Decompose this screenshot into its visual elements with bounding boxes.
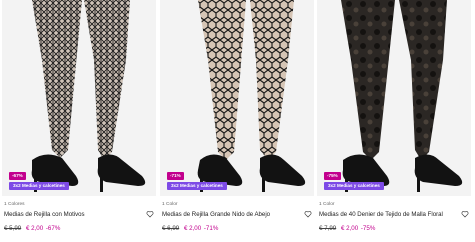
old-price: € 6,99 <box>162 225 180 232</box>
sale-price: € 2,00 <box>25 225 44 232</box>
product-name[interactable]: Medias de 40 Denier de Tejido de Malla F… <box>319 211 454 218</box>
sale-price: € 2,00 <box>340 225 359 232</box>
product-card[interactable]: -75% 3x2 Medias y calcetines 1 Color Med… <box>317 0 471 242</box>
discount-percent: -71% <box>203 225 219 232</box>
old-price: € 7,99 <box>319 225 337 232</box>
product-card[interactable]: -67% 3x2 Medias y calcetines 1 Colores M… <box>2 0 156 242</box>
product-card[interactable]: -71% 3x2 Medias y calcetines 1 Color Med… <box>160 0 314 242</box>
discount-badge: -75% <box>324 172 341 180</box>
promo-badge: 3x2 Medias y calcetines <box>167 182 227 190</box>
product-image[interactable]: -75% 3x2 Medias y calcetines <box>317 0 471 196</box>
price: € 5,99 € 2,00 -67% <box>4 225 60 232</box>
discount-badge: -71% <box>167 172 184 180</box>
old-price: € 5,99 <box>4 225 22 232</box>
product-grid: -67% 3x2 Medias y calcetines 1 Colores M… <box>0 0 475 242</box>
promo-badge: 3x2 Medias y calcetines <box>324 182 384 190</box>
sale-price: € 2,00 <box>183 225 202 232</box>
heart-icon[interactable] <box>461 210 469 218</box>
product-image[interactable]: -71% 3x2 Medias y calcetines <box>160 0 314 196</box>
discount-percent: -67% <box>45 225 61 232</box>
heart-icon[interactable] <box>146 210 154 218</box>
product-name[interactable]: Medias de Rejilla Grande Nido de Abejo <box>162 211 297 218</box>
product-image[interactable]: -67% 3x2 Medias y calcetines <box>2 0 156 196</box>
discount-badge: -67% <box>9 172 26 180</box>
heart-icon[interactable] <box>304 210 312 218</box>
product-name[interactable]: Medias de Rejilla con Motivos <box>4 211 139 218</box>
price: € 7,99 € 2,00 -75% <box>319 225 375 232</box>
price: € 6,99 € 2,00 -71% <box>162 225 218 232</box>
colors-count: 1 Color <box>162 202 178 207</box>
colors-count: 1 Colores <box>4 202 25 207</box>
discount-percent: -75% <box>360 225 376 232</box>
colors-count: 1 Color <box>319 202 335 207</box>
promo-badge: 3x2 Medias y calcetines <box>9 182 69 190</box>
